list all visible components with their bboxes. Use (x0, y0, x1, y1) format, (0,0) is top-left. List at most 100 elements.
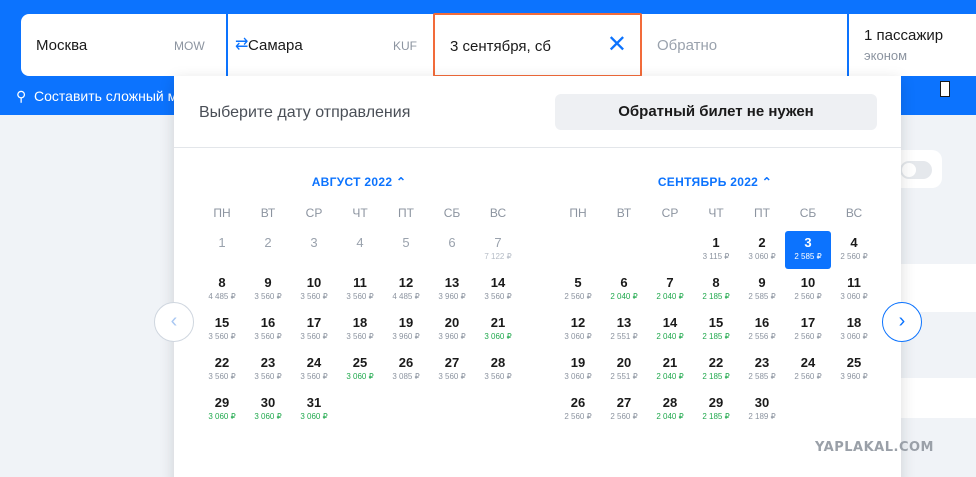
day-number: 11 (847, 275, 861, 290)
calendar-day[interactable]: 23 2 585 ₽ (739, 351, 785, 389)
calendar-day[interactable]: 18 3 560 ₽ (337, 311, 383, 349)
calendar-day[interactable]: 1 3 115 ₽ (693, 231, 739, 269)
day-number: 28 (490, 355, 506, 370)
calendar-day[interactable]: 14 2 040 ₽ (647, 311, 693, 349)
calendar-day[interactable]: 16 3 560 ₽ (245, 311, 291, 349)
calendar-day[interactable]: 7 2 040 ₽ (647, 271, 693, 309)
calendar-day[interactable]: 13 2 551 ₽ (601, 311, 647, 349)
calendar-day[interactable]: 31 3 060 ₽ (291, 391, 337, 429)
calendar-day[interactable]: 26 3 085 ₽ (383, 351, 429, 389)
calendar-day[interactable]: 25 3 960 ₽ (831, 351, 877, 389)
checkbox-icon[interactable] (940, 81, 950, 97)
calendar-day[interactable]: 9 3 560 ₽ (245, 271, 291, 309)
calendar-day[interactable]: 22 3 560 ₽ (199, 351, 245, 389)
weekday-label: ВС (489, 206, 507, 220)
passengers-field[interactable]: 1 пассажир эконом (849, 14, 976, 76)
day-number: 13 (444, 275, 460, 290)
calendar-day[interactable]: 9 2 585 ₽ (739, 271, 785, 309)
day-number: 3 (804, 235, 812, 250)
calendar-day[interactable]: 20 3 960 ₽ (429, 311, 475, 349)
calendar-day[interactable]: 11 3 560 ₽ (337, 271, 383, 309)
date-picker-title: Выберите дату отправления (199, 104, 411, 121)
calendar-day[interactable]: 15 2 185 ₽ (693, 311, 739, 349)
prev-month-button[interactable]: ‹ (154, 302, 194, 342)
day-price: 2 551 ₽ (610, 332, 638, 341)
day-number: 23 (260, 355, 276, 370)
day-number: 4 (356, 235, 364, 250)
calendar-day[interactable]: 16 2 556 ₽ (739, 311, 785, 349)
calendar-day[interactable]: 10 2 560 ₽ (785, 271, 831, 309)
day-number: 19 (398, 315, 414, 330)
depart-date-field[interactable]: 3 сентября, сб ✕ (433, 13, 642, 77)
day-number: 28 (662, 395, 678, 410)
weekday-label: СБ (443, 206, 461, 220)
calendar-day[interactable]: 24 2 560 ₽ (785, 351, 831, 389)
day-number: 29 (708, 395, 724, 410)
calendar-day[interactable]: 5 2 560 ₽ (555, 271, 601, 309)
day-price: 7 122 ₽ (484, 252, 512, 261)
calendar-day-selected[interactable]: 3 2 585 ₽ (785, 231, 831, 269)
calendar-day[interactable]: 29 2 185 ₽ (693, 391, 739, 429)
calendar-day[interactable]: 17 2 560 ₽ (785, 311, 831, 349)
calendar-day[interactable]: 17 3 560 ₽ (291, 311, 337, 349)
day-price: 2 185 ₽ (702, 292, 730, 301)
day-price: 3 560 ₽ (208, 332, 236, 341)
calendar-day[interactable]: 13 3 960 ₽ (429, 271, 475, 309)
calendar-day[interactable]: 26 2 560 ₽ (555, 391, 601, 429)
destination-code: KUF (393, 39, 417, 53)
calendar-day[interactable]: 4 2 560 ₽ (831, 231, 877, 269)
calendar-day[interactable]: 11 3 060 ₽ (831, 271, 877, 309)
calendar-day[interactable]: 28 2 040 ₽ (647, 391, 693, 429)
route-icon: ⚲ (16, 88, 27, 104)
no-return-button[interactable]: Обратный билет не нужен (555, 94, 877, 130)
return-date-field[interactable]: Обратно (642, 14, 847, 76)
calendar-day[interactable]: 8 4 485 ₽ (199, 271, 245, 309)
toggle-switch[interactable] (900, 161, 932, 179)
day-number: 16 (754, 315, 770, 330)
calendar-day[interactable]: 23 3 560 ₽ (245, 351, 291, 389)
day-price: 4 485 ₽ (392, 292, 420, 301)
day-price: 3 060 ₽ (564, 372, 592, 381)
calendar-day[interactable]: 22 2 185 ₽ (693, 351, 739, 389)
month-title[interactable]: СЕНТЯБРЬ 2022 ⌃ (555, 175, 875, 189)
day-price: 3 560 ₽ (300, 332, 328, 341)
calendar-day[interactable]: 28 3 560 ₽ (475, 351, 521, 389)
next-month-button[interactable]: › (882, 302, 922, 342)
calendar-day[interactable]: 2 3 060 ₽ (739, 231, 785, 269)
day-number: 23 (754, 355, 770, 370)
calendar-day[interactable]: 29 3 060 ₽ (199, 391, 245, 429)
origin-code: MOW (174, 39, 205, 53)
day-price: 2 040 ₽ (656, 292, 684, 301)
calendar-day[interactable]: 14 3 560 ₽ (475, 271, 521, 309)
calendar-day[interactable]: 8 2 185 ₽ (693, 271, 739, 309)
weekday-label: СР (661, 206, 679, 220)
calendar-day[interactable]: 27 3 560 ₽ (429, 351, 475, 389)
calendar-day[interactable]: 15 3 560 ₽ (199, 311, 245, 349)
destination-field[interactable]: Самара KUF (233, 14, 433, 76)
day-price: 2 040 ₽ (656, 372, 684, 381)
calendar-day[interactable]: 19 3 060 ₽ (555, 351, 601, 389)
calendar-day[interactable]: 24 3 560 ₽ (291, 351, 337, 389)
calendar-day[interactable]: 12 3 060 ₽ (555, 311, 601, 349)
calendar-day[interactable]: 25 3 060 ₽ (337, 351, 383, 389)
day-price: 4 485 ₽ (208, 292, 236, 301)
close-icon[interactable]: ✕ (607, 31, 627, 59)
calendar-day[interactable]: 18 3 060 ₽ (831, 311, 877, 349)
origin-field[interactable]: Москва MOW (21, 14, 226, 76)
calendar-day: 5 (383, 231, 429, 269)
passenger-count: 1 пассажир (864, 27, 944, 44)
calendar-day[interactable]: 19 3 960 ₽ (383, 311, 429, 349)
day-number: 15 (708, 315, 724, 330)
day-price: 2 585 ₽ (748, 372, 776, 381)
calendar-day[interactable]: 27 2 560 ₽ (601, 391, 647, 429)
calendar-day[interactable]: 30 2 189 ₽ (739, 391, 785, 429)
calendar-day[interactable]: 21 2 040 ₽ (647, 351, 693, 389)
day-price: 2 560 ₽ (794, 332, 822, 341)
calendar-day[interactable]: 20 2 551 ₽ (601, 351, 647, 389)
calendar-day[interactable]: 21 3 060 ₽ (475, 311, 521, 349)
calendar-day[interactable]: 30 3 060 ₽ (245, 391, 291, 429)
calendar-day[interactable]: 10 3 560 ₽ (291, 271, 337, 309)
month-title[interactable]: АВГУСТ 2022 ⌃ (199, 175, 519, 189)
calendar-day[interactable]: 12 4 485 ₽ (383, 271, 429, 309)
calendar-day[interactable]: 6 2 040 ₽ (601, 271, 647, 309)
